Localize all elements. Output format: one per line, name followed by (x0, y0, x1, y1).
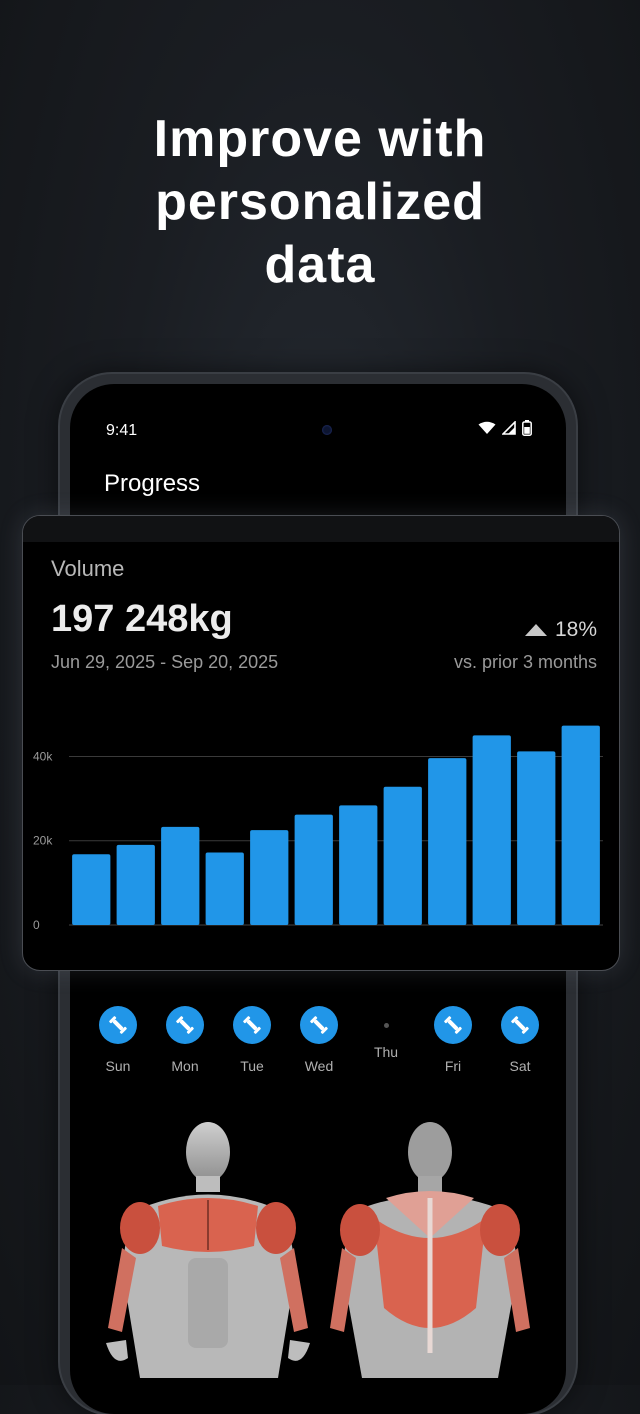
weekday-mon[interactable]: Mon (151, 1006, 219, 1074)
chart-y-tick-label: 20k (33, 834, 53, 848)
card-header-strip (23, 516, 619, 542)
battery-icon (522, 420, 532, 436)
body-back-figure (330, 1122, 530, 1378)
headline-line-3: data (264, 236, 376, 294)
status-icons (478, 420, 532, 436)
volume-bar-chart[interactable]: 0 20k 40k (23, 704, 619, 944)
dumbbell-icon (99, 1006, 137, 1044)
chart-bar[interactable] (517, 751, 556, 925)
weekday-label: Thu (373, 1044, 399, 1060)
volume-comparison: vs. prior 3 months (453, 652, 597, 672)
volume-value: 197 248kg (51, 598, 233, 640)
volume-date-range: Jun 29, 2025 - Sep 20, 2025 (51, 652, 279, 672)
chart-bar[interactable] (72, 854, 111, 925)
rest-day-dot (383, 1023, 389, 1028)
chart-bar[interactable] (339, 805, 378, 925)
volume-change-value: 18% (554, 618, 597, 641)
dumbbell-icon (434, 1006, 472, 1044)
weekday-tue[interactable]: Tue (218, 1006, 286, 1074)
dumbbell-icon (166, 1006, 204, 1044)
promo-headline: Improve with personalized data (0, 108, 640, 297)
headline-line-1: Improve with (153, 110, 487, 168)
chart-bar[interactable] (116, 844, 155, 925)
chart-bar[interactable] (205, 852, 244, 925)
wifi-icon (478, 421, 496, 434)
chart-bar[interactable] (428, 758, 467, 925)
signal-icon (502, 421, 516, 435)
body-front-figure (106, 1122, 310, 1378)
chart-y-tick-label: 0 (33, 918, 40, 932)
weekday-label: Wed (304, 1058, 334, 1074)
volume-change: 18% (524, 618, 597, 642)
weekday-thu[interactable]: Thu (352, 1006, 420, 1060)
weekday-label: Tue (240, 1058, 264, 1074)
weekday-row: Sun Mon Tue Wed Thu Fri Sat (84, 1006, 554, 1086)
camera-icon (322, 425, 332, 435)
weekday-fri[interactable]: Fri (419, 1006, 487, 1074)
chart-y-tick-label: 40k (33, 749, 53, 763)
dumbbell-icon (300, 1006, 338, 1044)
status-time: 9:41 (106, 422, 138, 439)
chart-bar[interactable] (161, 826, 200, 925)
weekday-label: Mon (171, 1058, 199, 1074)
volume-card[interactable]: Volume 197 248kg Jun 29, 2025 - Sep 20, … (22, 515, 620, 971)
headline-line-2: personalized (155, 173, 485, 231)
chart-bar[interactable] (472, 735, 511, 925)
chart-bar[interactable] (294, 814, 333, 925)
trend-up-icon (524, 624, 547, 636)
weekday-sat[interactable]: Sat (486, 1006, 554, 1074)
chart-bar[interactable] (250, 830, 289, 925)
chart-bar[interactable] (383, 786, 422, 925)
weekday-sun[interactable]: Sun (84, 1006, 152, 1074)
weekday-label: Sat (509, 1058, 531, 1074)
weekday-label: Fri (444, 1058, 462, 1074)
dumbbell-icon (233, 1006, 271, 1044)
page-title: Progress (104, 470, 201, 497)
dumbbell-icon (501, 1006, 539, 1044)
chart-bar[interactable] (561, 725, 600, 925)
volume-label: Volume (51, 556, 125, 581)
weekday-wed[interactable]: Wed (285, 1006, 353, 1074)
weekday-label: Sun (105, 1058, 131, 1074)
